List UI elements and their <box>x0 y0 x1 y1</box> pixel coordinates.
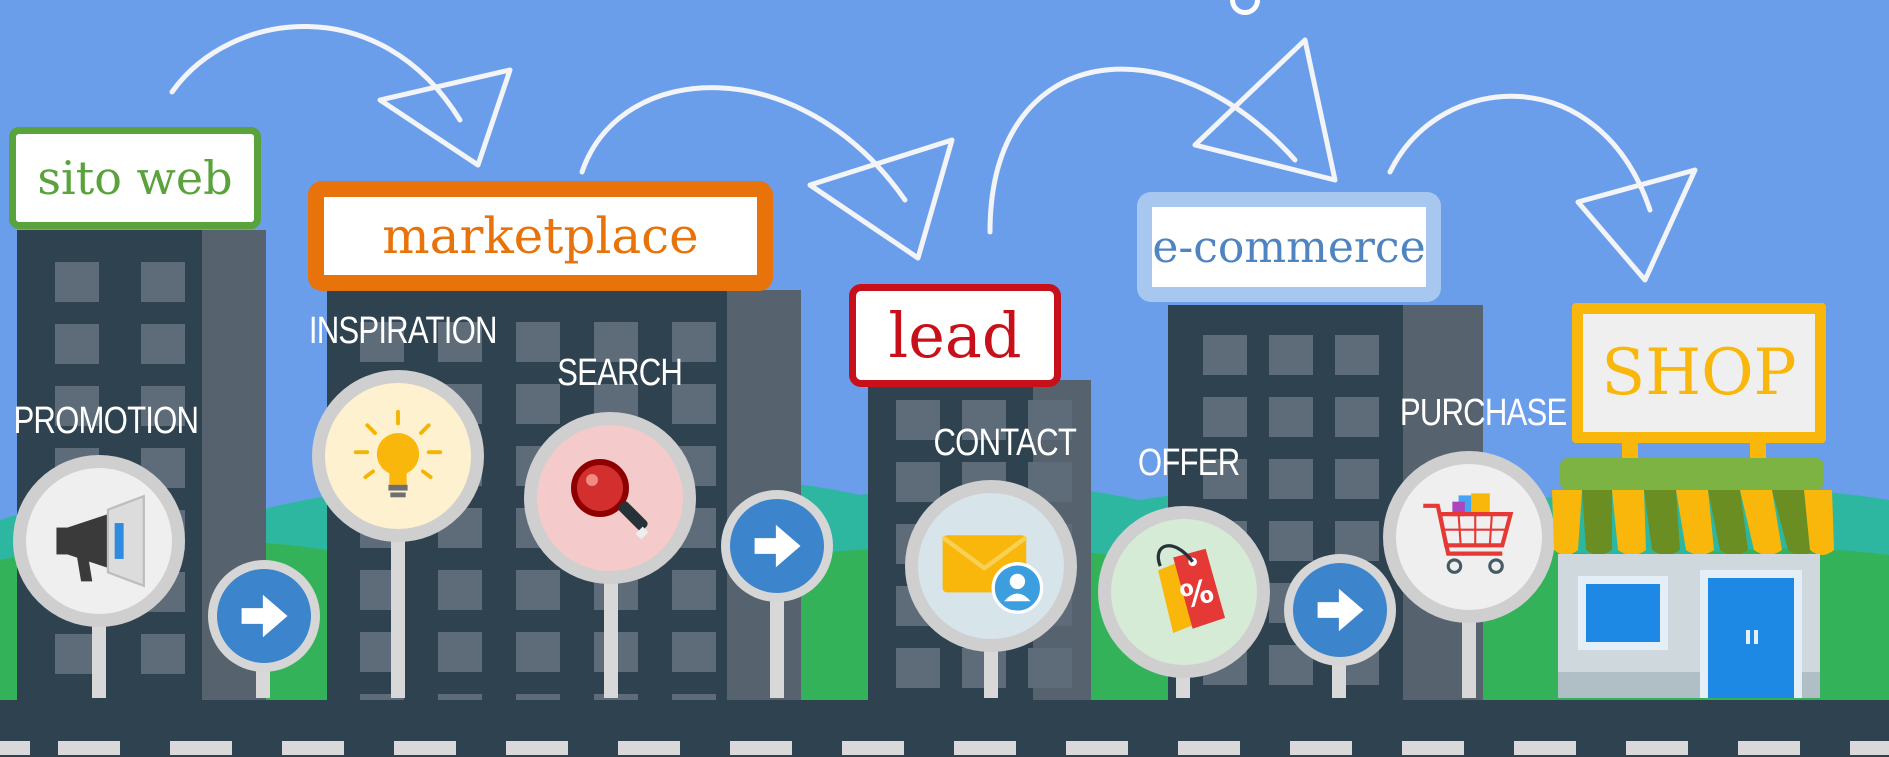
stage-offer-sign: % <box>1098 506 1270 678</box>
arrow-right-icon <box>1317 588 1364 632</box>
sign-shop-text: SHOP <box>1601 336 1797 410</box>
megaphone-icon <box>56 494 145 588</box>
sign-ecommerce: e-commerce <box>1137 192 1441 302</box>
sign-marketplace: marketplace <box>308 181 773 291</box>
arrow-right-icon <box>754 524 801 568</box>
label-offer: OFFER <box>1137 442 1240 484</box>
mail-contact-icon <box>941 535 1044 614</box>
sign-ecommerce-text: e-commerce <box>1152 221 1426 273</box>
magnifier-icon <box>571 459 649 540</box>
stage-purchase-sign <box>1383 451 1555 623</box>
arrow-sign-2 <box>721 490 833 602</box>
arrow-sign-1 <box>208 560 320 672</box>
stage-promotion-sign <box>13 455 185 627</box>
sign-lead: lead <box>849 284 1061 387</box>
pole-arrow-2 <box>770 590 784 698</box>
sign-lead-text: lead <box>888 299 1022 372</box>
arrow-right-icon <box>241 594 288 638</box>
pole-search <box>604 570 618 698</box>
stage-search-sign <box>524 412 696 584</box>
pole-inspiration <box>391 520 405 698</box>
label-inspiration: INSPIRATION <box>308 310 498 352</box>
lightbulb-icon <box>353 409 443 498</box>
label-search: SEARCH <box>557 352 683 394</box>
sign-shop: SHOP <box>1572 303 1826 443</box>
marketing-funnel-illustration: sito web marketplace lead e-commerce PRO… <box>0 0 1889 757</box>
label-promotion: PROMOTION <box>13 400 199 442</box>
store-icon <box>1552 458 1834 698</box>
label-purchase: PURCHASE <box>1399 392 1567 434</box>
arrow-sign-3 <box>1284 554 1396 666</box>
stage-contact-sign <box>905 480 1077 652</box>
road-markings <box>0 741 1889 755</box>
stage-inspiration-sign <box>312 370 484 542</box>
sign-sito-web: sito web <box>9 127 261 229</box>
shopping-cart-icon <box>1423 493 1514 574</box>
flow-arrows <box>169 24 1698 283</box>
pole-purchase <box>1462 610 1476 698</box>
sign-marketplace-text: marketplace <box>382 207 699 265</box>
discount-tag-icon: % <box>1156 544 1226 634</box>
label-contact: CONTACT <box>933 422 1077 464</box>
sign-sito-web-text: sito web <box>37 151 233 205</box>
